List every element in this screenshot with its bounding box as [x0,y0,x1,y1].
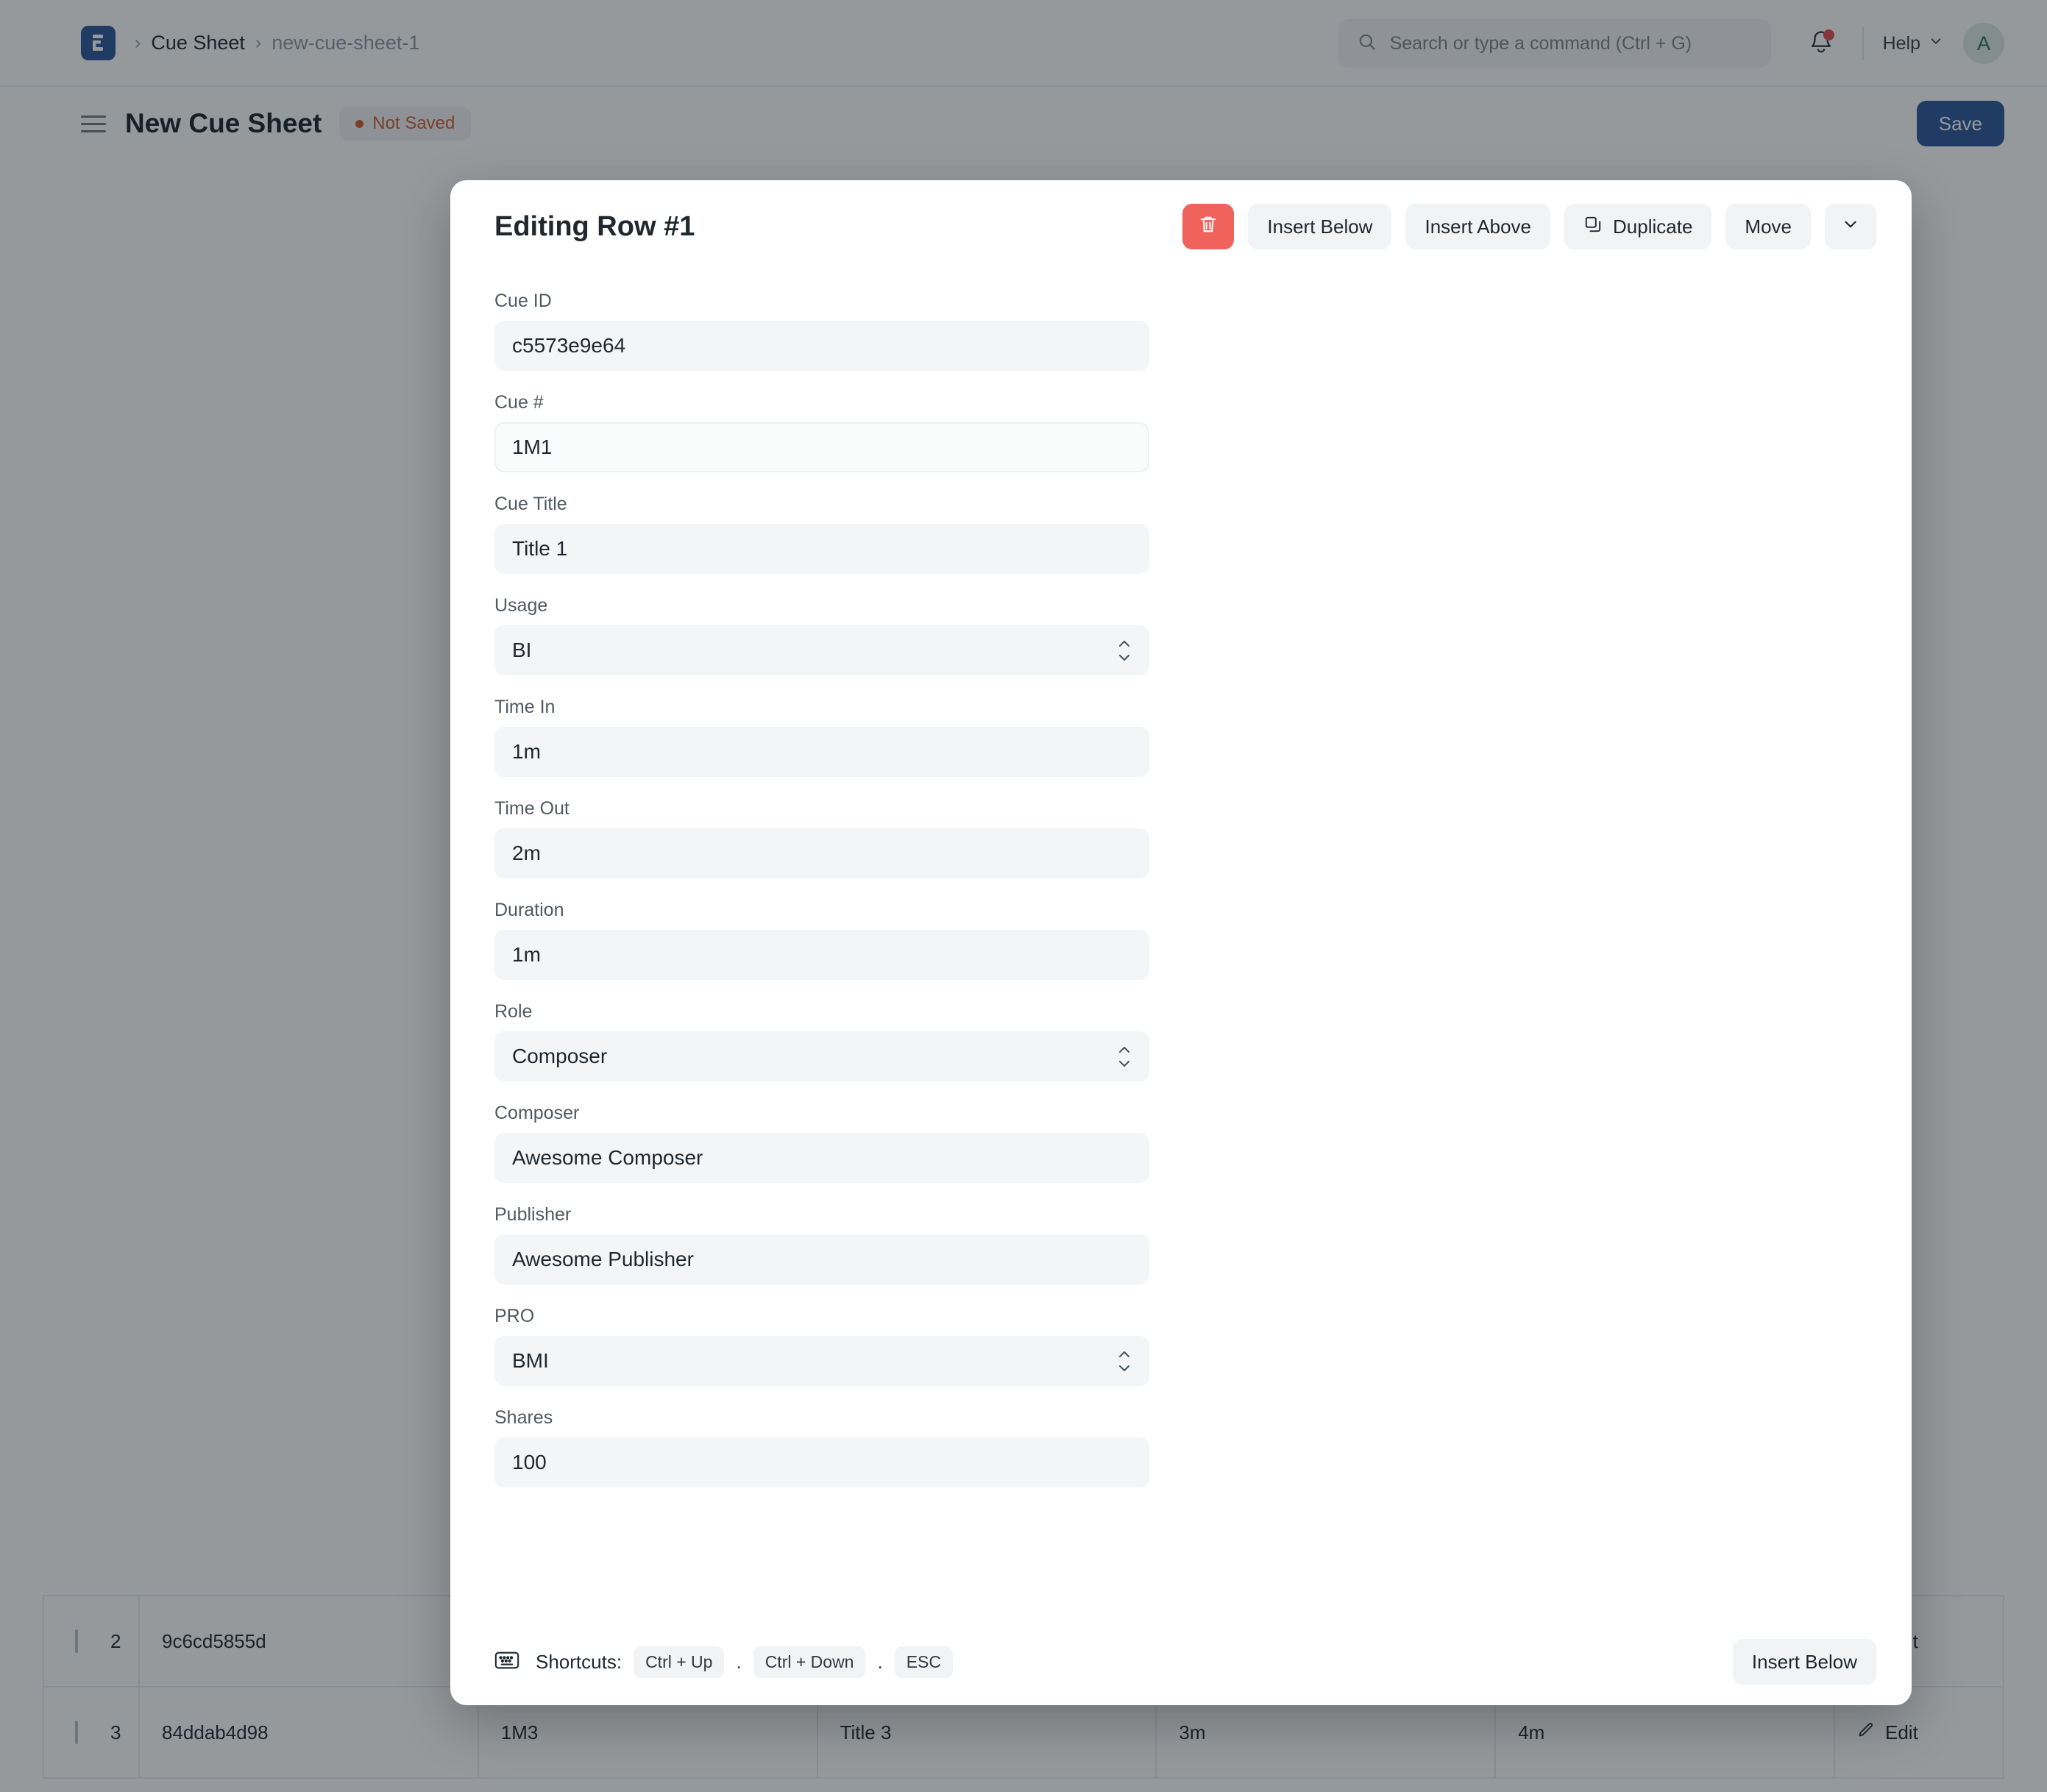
pro-input[interactable]: BMI [494,1336,1149,1386]
field-composer: Composer Awesome Composer [494,1103,1149,1183]
cue-number-label: Cue # [494,392,544,413]
shortcut-key-ctrl-down: Ctrl + Down [753,1646,866,1678]
insert-below-button[interactable]: Insert Below [1248,204,1392,249]
duration-value: 1m [512,943,541,966]
dialog-actions: Insert Below Insert Above Duplicate Move [1182,204,1876,249]
cue-number-input[interactable]: 1M1 [494,422,1149,472]
time-out-input[interactable]: 2m [494,828,1149,878]
composer-value: Awesome Composer [512,1146,703,1169]
footer-insert-below-button[interactable]: Insert Below [1732,1639,1876,1685]
usage-value: BI [512,639,532,661]
duration-input[interactable]: 1m [494,930,1149,980]
copy-icon [1583,215,1603,239]
cue-number-value: 1M1 [512,435,553,458]
role-label: Role [494,1001,533,1022]
chevron-down-icon [1841,215,1860,239]
role-value: Composer [512,1045,608,1067]
shares-input[interactable]: 100 [494,1437,1149,1487]
usage-input[interactable]: BI [494,625,1149,675]
duplicate-button[interactable]: Duplicate [1564,204,1712,249]
publisher-input[interactable]: Awesome Publisher [494,1234,1149,1284]
cue-id-label: Cue ID [494,291,552,311]
duration-label: Duration [494,900,564,920]
usage-label: Usage [494,595,548,616]
stepper-icon [1117,640,1132,661]
shortcut-key-ctrl-up: Ctrl + Up [634,1646,725,1678]
field-publisher: Publisher Awesome Publisher [494,1204,1149,1284]
cue-id-input[interactable]: c5573e9e64 [494,321,1149,371]
publisher-label: Publisher [494,1204,572,1225]
pro-value: BMI [512,1349,549,1372]
field-pro: PRO BMI [494,1306,1149,1386]
field-cue-id: Cue ID c5573e9e64 [494,291,1149,371]
time-in-value: 1m [512,740,541,763]
shortcuts-group: Shortcuts: Ctrl + Up . Ctrl + Down . ESC [494,1646,954,1678]
field-duration: Duration 1m [494,900,1149,980]
shares-label: Shares [494,1407,553,1428]
stepper-icon [1117,1351,1132,1372]
dialog-header: Editing Row #1 Insert Below Insert Above… [450,180,1912,273]
stepper-icon [1117,1046,1132,1067]
delete-row-button[interactable] [1182,204,1235,249]
cue-title-value: Title 1 [512,537,568,560]
field-usage: Usage BI [494,595,1149,675]
dialog-form: Cue ID c5573e9e64 Cue # 1M1 Cue Title Title 1… [450,273,1912,1618]
composer-label: Composer [494,1103,580,1123]
cue-title-label: Cue Title [494,494,567,514]
field-time-out: Time Out 2m [494,798,1149,878]
field-role: Role Composer [494,1001,1149,1081]
shortcut-separator-1: . [877,1650,883,1673]
shortcuts-label: Shortcuts: [536,1650,622,1673]
pro-label: PRO [494,1306,535,1326]
move-button[interactable]: Move [1725,204,1811,249]
time-in-label: Time In [494,697,556,717]
edit-row-dialog: Editing Row #1 Insert Below Insert Above… [450,180,1912,1705]
cue-id-value: c5573e9e64 [512,334,626,357]
shortcut-separator-0: . [736,1650,742,1673]
field-shares: Shares 100 [494,1407,1149,1487]
keyboard-icon [494,1649,519,1675]
field-time-in: Time In 1m [494,697,1149,777]
shares-value: 100 [512,1451,547,1473]
time-out-label: Time Out [494,798,570,819]
shortcut-key-esc: ESC [894,1646,954,1678]
dialog-footer: Shortcuts: Ctrl + Up . Ctrl + Down . ESC… [450,1618,1912,1705]
duplicate-label: Duplicate [1613,215,1693,238]
time-in-input[interactable]: 1m [494,727,1149,777]
field-cue-number: Cue # 1M1 [494,392,1149,472]
cue-title-input[interactable]: Title 1 [494,524,1149,574]
field-cue-title: Cue Title Title 1 [494,494,1149,574]
role-input[interactable]: Composer [494,1031,1149,1081]
trash-icon [1198,214,1218,240]
more-actions-button[interactable] [1825,204,1876,249]
publisher-value: Awesome Publisher [512,1248,694,1270]
composer-input[interactable]: Awesome Composer [494,1133,1149,1183]
dialog-title: Editing Row #1 [494,210,695,242]
time-out-value: 2m [512,842,541,864]
insert-above-button[interactable]: Insert Above [1405,204,1551,249]
